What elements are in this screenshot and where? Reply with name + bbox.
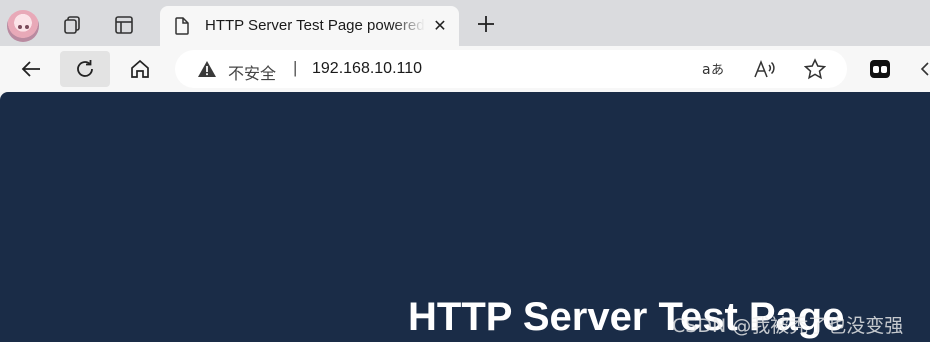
- tab-actions-icon[interactable]: [111, 12, 137, 38]
- translate-icon[interactable]: a あ: [701, 57, 727, 81]
- warning-icon[interactable]: [197, 60, 217, 83]
- favorite-star-icon[interactable]: [802, 57, 828, 81]
- tab-active[interactable]: HTTP Server Test Page powered by ✕: [160, 6, 459, 46]
- watermark: CSDN @我被秃了也没变强: [672, 315, 904, 337]
- address-bar[interactable]: 不安全 | 192.168.10.110 a あ: [175, 50, 847, 88]
- browser-toolbar: 不安全 | 192.168.10.110 a あ: [0, 46, 930, 92]
- back-icon[interactable]: [14, 52, 48, 86]
- profile-avatar[interactable]: [7, 10, 39, 42]
- address-separator: |: [293, 58, 298, 77]
- extension-icon[interactable]: [868, 57, 892, 81]
- svg-text:あ: あ: [711, 63, 724, 78]
- refresh-icon[interactable]: [60, 51, 110, 87]
- home-icon[interactable]: [123, 52, 157, 86]
- tab-close-button[interactable]: ✕: [429, 15, 451, 37]
- workspaces-icon[interactable]: [59, 12, 85, 38]
- new-tab-button[interactable]: [472, 10, 500, 38]
- svg-text:a: a: [702, 62, 711, 78]
- read-aloud-icon[interactable]: [752, 57, 778, 81]
- url-text[interactable]: 192.168.10.110: [312, 60, 422, 78]
- tab-title: HTTP Server Test Page powered by: [205, 17, 425, 34]
- more-icon[interactable]: [918, 59, 930, 84]
- page-content: HTTP Server Test Page CSDN @我被秃了也没变强: [0, 92, 930, 342]
- security-status[interactable]: 不安全: [228, 60, 276, 84]
- document-icon: [174, 17, 190, 40]
- tab-strip: HTTP Server Test Page powered by ✕: [0, 0, 930, 46]
